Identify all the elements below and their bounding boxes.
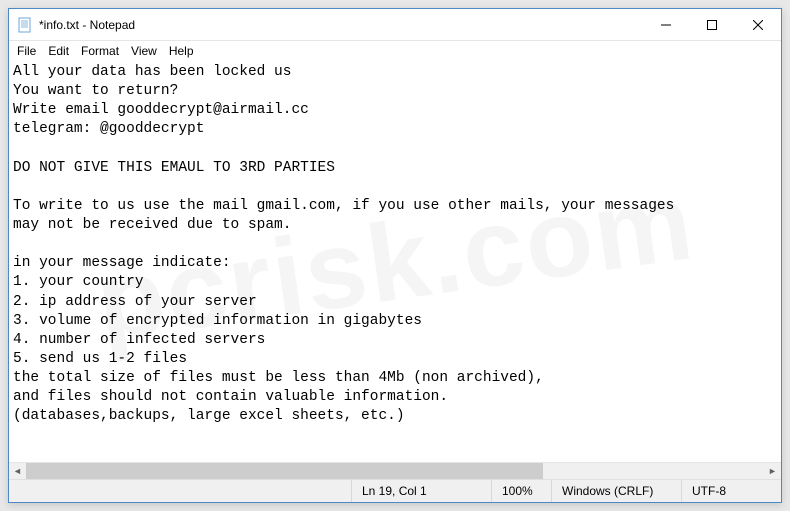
menu-format[interactable]: Format xyxy=(75,43,125,59)
chevron-right-icon: ► xyxy=(768,466,777,476)
maximize-button[interactable] xyxy=(689,9,735,40)
scroll-right-button[interactable]: ► xyxy=(764,463,781,479)
menubar: File Edit Format View Help xyxy=(9,41,781,61)
notepad-icon xyxy=(17,17,33,33)
status-lineending: Windows (CRLF) xyxy=(551,480,681,502)
status-encoding: UTF-8 xyxy=(681,480,781,502)
horizontal-scrollbar[interactable]: ◄ ► xyxy=(9,462,781,479)
statusbar: Ln 19, Col 1 100% Windows (CRLF) UTF-8 xyxy=(9,479,781,502)
window-controls xyxy=(643,9,781,40)
menu-view[interactable]: View xyxy=(125,43,163,59)
menu-help[interactable]: Help xyxy=(163,43,200,59)
menu-edit[interactable]: Edit xyxy=(42,43,75,59)
minimize-icon xyxy=(661,20,671,30)
window-title: *info.txt - Notepad xyxy=(39,18,135,32)
scroll-left-button[interactable]: ◄ xyxy=(9,463,26,479)
close-icon xyxy=(753,20,763,30)
status-position: Ln 19, Col 1 xyxy=(351,480,491,502)
titlebar[interactable]: *info.txt - Notepad xyxy=(9,9,781,41)
status-zoom[interactable]: 100% xyxy=(491,480,551,502)
text-content: All your data has been locked us You wan… xyxy=(13,64,674,424)
scroll-thumb[interactable] xyxy=(26,463,543,479)
scroll-track[interactable] xyxy=(26,463,764,479)
text-area[interactable]: All your data has been locked us You wan… xyxy=(9,61,781,462)
menu-file[interactable]: File xyxy=(11,43,42,59)
notepad-window: *info.txt - Notepad File Edit Format Vie… xyxy=(8,8,782,503)
minimize-button[interactable] xyxy=(643,9,689,40)
chevron-left-icon: ◄ xyxy=(13,466,22,476)
close-button[interactable] xyxy=(735,9,781,40)
maximize-icon xyxy=(707,20,717,30)
